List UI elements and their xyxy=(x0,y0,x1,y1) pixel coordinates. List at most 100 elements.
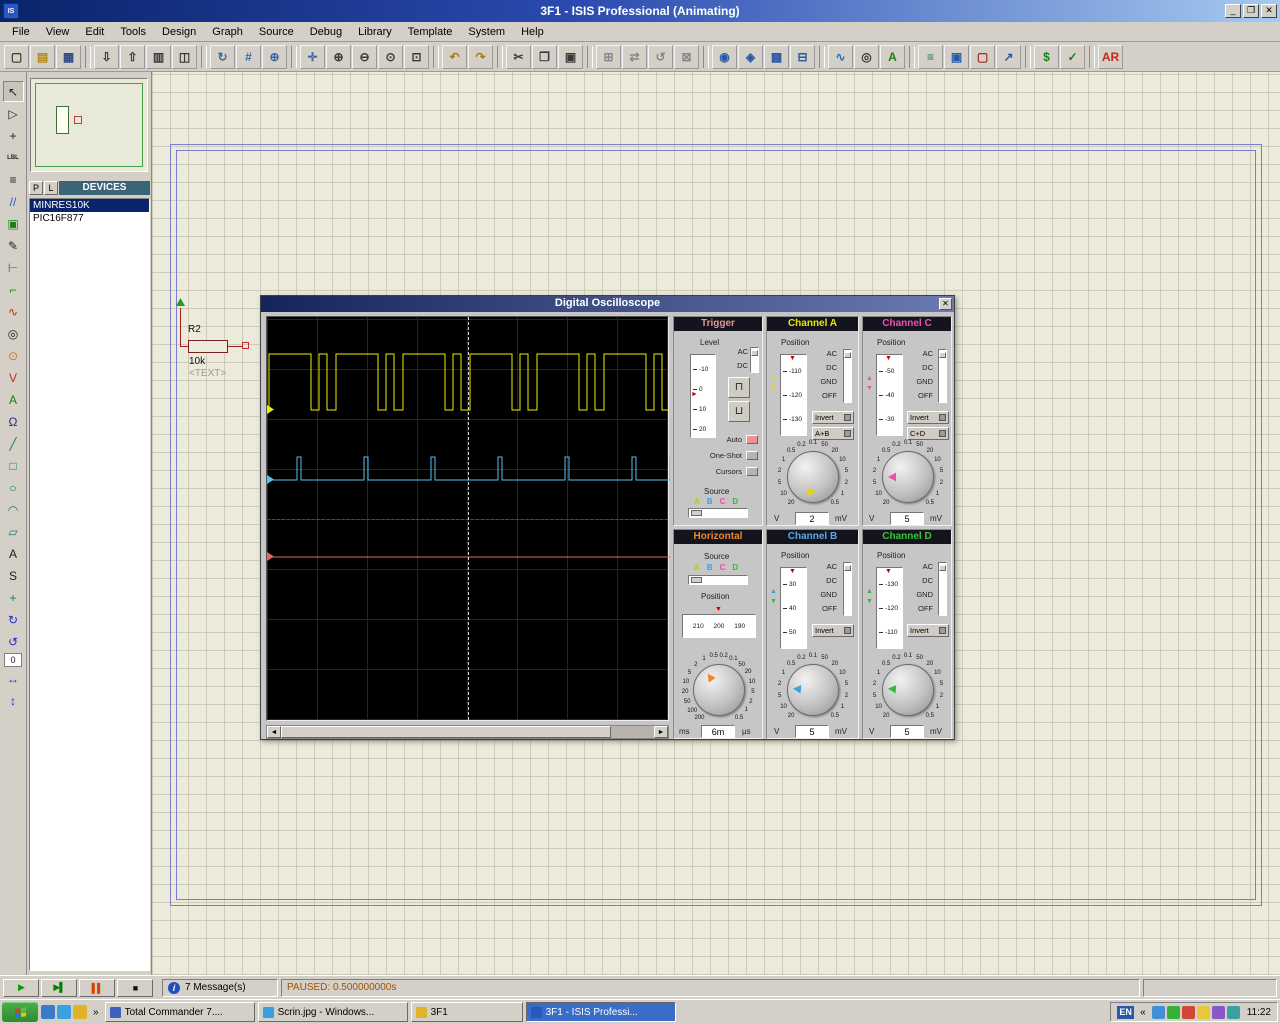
message-cell[interactable]: i 7 Message(s) xyxy=(162,979,278,997)
knob-dial[interactable] xyxy=(693,664,745,716)
channel-b-invert-button[interactable]: Invert xyxy=(812,624,854,637)
start-button[interactable] xyxy=(2,1002,38,1022)
quick-launch-chevron[interactable]: » xyxy=(90,1007,102,1018)
instant-edit-mode-button[interactable]: ✎ xyxy=(3,235,24,256)
2d-text-mode-button[interactable]: A xyxy=(3,543,24,564)
source-channel-letter[interactable]: A xyxy=(694,563,700,572)
import-section-button[interactable]: ⇩ xyxy=(94,45,119,69)
export-section-button[interactable]: ⇧ xyxy=(120,45,145,69)
close-icon[interactable]: ✕ xyxy=(939,298,952,310)
tray-icon-volume[interactable] xyxy=(1197,1006,1210,1019)
channel-a-position-marker[interactable] xyxy=(267,405,274,414)
trigger-level-slider[interactable]: ► -1001020 xyxy=(690,354,716,438)
decompose-button[interactable]: ⊟ xyxy=(790,45,815,69)
2d-arc-mode-button[interactable]: ◠ xyxy=(3,499,24,520)
channel-d-gain-knob[interactable]: 20105210.50.20.15020105210.5 xyxy=(865,655,951,725)
menu-item[interactable]: Source xyxy=(251,24,302,40)
block-copy-button[interactable]: ⊞ xyxy=(596,45,621,69)
new-sheet-button[interactable]: ▣ xyxy=(944,45,969,69)
browser-icon[interactable] xyxy=(57,1005,71,1019)
window-titlebar[interactable]: IS 3F1 - ISIS Professional (Animating) _… xyxy=(0,0,1280,22)
zoom-area-button[interactable]: ⊡ xyxy=(404,45,429,69)
position-down-icon[interactable]: ▼ xyxy=(770,598,777,605)
block-rotate-button[interactable]: ↺ xyxy=(648,45,673,69)
source-channel-letter[interactable]: B xyxy=(707,563,713,572)
undo-button[interactable]: ↶ xyxy=(442,45,467,69)
channel-c-gain-knob[interactable]: 20105210.50.20.15020105210.5 xyxy=(865,442,951,512)
source-channel-letter[interactable]: C xyxy=(720,563,726,572)
mode-indicator[interactable] xyxy=(746,435,758,444)
play-button[interactable]: ▶ xyxy=(3,979,39,997)
2d-symbol-mode-button[interactable]: S xyxy=(3,565,24,586)
menu-item[interactable]: Edit xyxy=(77,24,112,40)
2d-marker-mode-button[interactable]: + xyxy=(3,587,24,608)
tray-icon-network[interactable] xyxy=(1212,1006,1225,1019)
position-down-icon[interactable]: ▼ xyxy=(866,598,873,605)
position-up-icon[interactable]: ▲ xyxy=(770,375,777,382)
2d-box-mode-button[interactable]: □ xyxy=(3,455,24,476)
knob-dial[interactable] xyxy=(882,664,934,716)
channel-a-combine-button[interactable]: A+B xyxy=(812,427,854,440)
mirror-x-button[interactable]: ↔ xyxy=(3,668,24,689)
redraw-button[interactable]: ↻ xyxy=(210,45,235,69)
tape-recorder-mode-button[interactable]: ◎ xyxy=(3,323,24,344)
task-button-isis[interactable]: 3F1 - ISIS Professi... xyxy=(526,1002,676,1022)
channel-a-gain-knob[interactable]: 20105210.50.20.15020105210.5 xyxy=(770,442,856,512)
schematic-overview[interactable] xyxy=(30,78,148,172)
remove-sheet-button[interactable]: ▢ xyxy=(970,45,995,69)
trigger-edge-button[interactable]: ⊔ xyxy=(728,401,750,422)
position-up-icon[interactable]: ▲ xyxy=(770,588,777,595)
netlist-to-ares-button[interactable]: AR xyxy=(1098,45,1123,69)
toggle-origin-button[interactable]: ⊕ xyxy=(262,45,287,69)
zoom-all-button[interactable]: ⊙ xyxy=(378,45,403,69)
channel-d-position-slider[interactable]: ▼ -130-120-110 xyxy=(876,567,903,649)
tray-chevron[interactable]: « xyxy=(1137,1007,1149,1018)
close-button[interactable]: ✕ xyxy=(1261,4,1277,18)
menu-item[interactable]: View xyxy=(38,24,78,40)
library-button[interactable]: L xyxy=(44,181,58,195)
slider-thumb[interactable] xyxy=(939,352,946,358)
menu-item[interactable]: System xyxy=(460,24,513,40)
trigger-edge-button[interactable]: ⊓ xyxy=(728,377,750,398)
toggle-grid-button[interactable]: # xyxy=(236,45,261,69)
menu-item[interactable]: Tools xyxy=(112,24,154,40)
trigger-source-slider[interactable] xyxy=(688,508,748,518)
new-file-button[interactable]: ▢ xyxy=(4,45,29,69)
menu-item[interactable]: Library xyxy=(350,24,400,40)
source-channel-letter[interactable]: C xyxy=(720,497,726,506)
stop-button[interactable]: ■ xyxy=(117,979,153,997)
zoom-in-button[interactable]: ⊕ xyxy=(326,45,351,69)
pick-device-button[interactable]: ◉ xyxy=(712,45,737,69)
cut-button[interactable]: ✂ xyxy=(506,45,531,69)
task-button-scrin-jpg[interactable]: Scrin.jpg - Windows... xyxy=(258,1002,408,1022)
design-explorer-button[interactable]: ≡ xyxy=(918,45,943,69)
language-indicator[interactable]: EN xyxy=(1117,1006,1134,1019)
position-up-icon[interactable]: ▲ xyxy=(866,588,873,595)
wire-segment[interactable] xyxy=(180,308,181,346)
slider-thumb[interactable] xyxy=(844,352,851,358)
channel-a-invert-button[interactable]: Invert xyxy=(812,411,854,424)
menu-item[interactable]: Design xyxy=(154,24,204,40)
slider-thumb[interactable] xyxy=(939,565,946,571)
position-down-icon[interactable]: ▼ xyxy=(866,385,873,392)
scroll-right-icon[interactable]: ► xyxy=(654,726,668,738)
component-mode-button[interactable]: ▷ xyxy=(3,103,24,124)
terminal-mode-button[interactable]: ⊢ xyxy=(3,257,24,278)
channel-b-coupling-slider[interactable] xyxy=(843,562,852,616)
paste-button[interactable]: ▣ xyxy=(558,45,583,69)
channel-b-gain-knob[interactable]: 20105210.50.20.15020105210.5 xyxy=(770,655,856,725)
horizontal-position-slider[interactable]: 210200190 xyxy=(682,614,756,638)
step-button[interactable]: ▶▌ xyxy=(41,979,77,997)
resistor-r2[interactable]: R2 10k <TEXT> xyxy=(172,296,267,381)
channel-d-coupling-slider[interactable] xyxy=(938,562,947,616)
junction-mode-button[interactable]: + xyxy=(3,125,24,146)
open-file-button[interactable]: ▤ xyxy=(30,45,55,69)
pan-button[interactable]: ✛ xyxy=(300,45,325,69)
block-move-button[interactable]: ⇄ xyxy=(622,45,647,69)
bill-of-materials-button[interactable]: $ xyxy=(1034,45,1059,69)
selection-mode-button[interactable]: ↖ xyxy=(3,81,24,102)
slider-thumb[interactable] xyxy=(844,565,851,571)
mark-output-area-button[interactable]: ◫ xyxy=(172,45,197,69)
voltage-probe-mode-button[interactable]: V xyxy=(3,367,24,388)
menu-item[interactable]: Graph xyxy=(204,24,251,40)
